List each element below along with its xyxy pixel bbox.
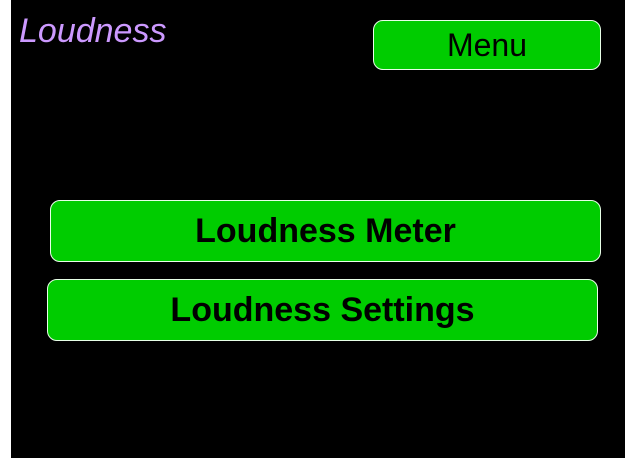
loudness-settings-button[interactable]: Loudness Settings [47, 279, 598, 341]
loudness-settings-label: Loudness Settings [170, 290, 475, 329]
menu-button-label: Menu [446, 26, 528, 63]
page-title: Loudness [19, 12, 167, 50]
loudness-screen: Loudness Menu Loudness Meter Loudness Se… [11, 0, 625, 458]
loudness-meter-button[interactable]: Loudness Meter [50, 200, 601, 262]
loudness-meter-label: Loudness Meter [195, 211, 456, 250]
menu-button[interactable]: Menu [373, 20, 601, 70]
